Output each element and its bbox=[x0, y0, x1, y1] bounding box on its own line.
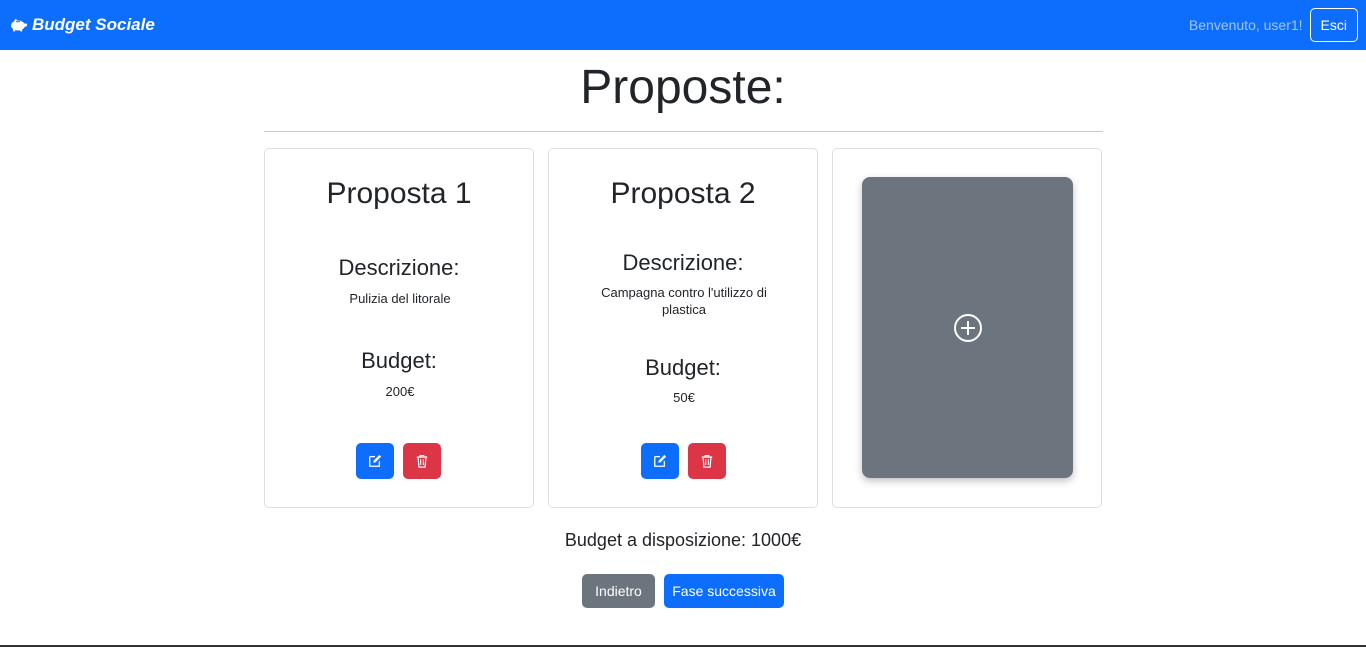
proposal-card: Proposta 1 Descrizione: Pulizia del lito… bbox=[264, 148, 534, 508]
edit-button[interactable] bbox=[356, 443, 394, 479]
nav-right: Benvenuto, user1! Esci bbox=[1189, 8, 1358, 42]
brand[interactable]: Budget Sociale bbox=[9, 15, 155, 35]
delete-button[interactable] bbox=[403, 443, 441, 479]
navbar: Budget Sociale Benvenuto, user1! Esci bbox=[0, 0, 1366, 50]
proposal-description: Pulizia del litorale bbox=[349, 291, 451, 306]
logout-button[interactable]: Esci bbox=[1309, 8, 1358, 42]
edit-icon bbox=[369, 454, 382, 467]
trash-icon bbox=[416, 455, 428, 468]
description-label: Descrizione: bbox=[622, 250, 744, 275]
proposal-card: Proposta 2 Descrizione: Campagna contro … bbox=[548, 148, 818, 508]
proposal-title: Proposta 1 bbox=[326, 177, 472, 210]
proposal-budget: 200€ bbox=[385, 384, 415, 399]
add-proposal-button[interactable] bbox=[862, 177, 1073, 478]
plus-circle-icon bbox=[953, 313, 982, 342]
divider bbox=[264, 131, 1103, 132]
edit-icon bbox=[654, 454, 667, 467]
trash-icon bbox=[701, 455, 713, 468]
page-title: Proposte: bbox=[580, 61, 786, 114]
piggy-bank-icon bbox=[11, 18, 27, 32]
description-label: Descrizione: bbox=[338, 255, 460, 280]
welcome-text: Benvenuto, user1! bbox=[1188, 17, 1303, 33]
delete-button[interactable] bbox=[688, 443, 726, 479]
brand-label: Budget Sociale bbox=[32, 15, 155, 34]
add-proposal-card bbox=[832, 148, 1102, 508]
budget-label: Budget: bbox=[361, 348, 437, 373]
proposal-description: Campagna contro l'utilizzo di plastica bbox=[601, 285, 767, 317]
budget-label: Budget: bbox=[645, 355, 721, 380]
available-budget: Budget a disposizione: 1000€ bbox=[564, 530, 802, 550]
back-button[interactable]: Indietro bbox=[582, 574, 655, 608]
proposal-budget: 50€ bbox=[673, 390, 695, 405]
proposal-title: Proposta 2 bbox=[610, 177, 756, 210]
next-phase-button[interactable]: Fase successiva bbox=[664, 574, 784, 608]
edit-button[interactable] bbox=[641, 443, 679, 479]
